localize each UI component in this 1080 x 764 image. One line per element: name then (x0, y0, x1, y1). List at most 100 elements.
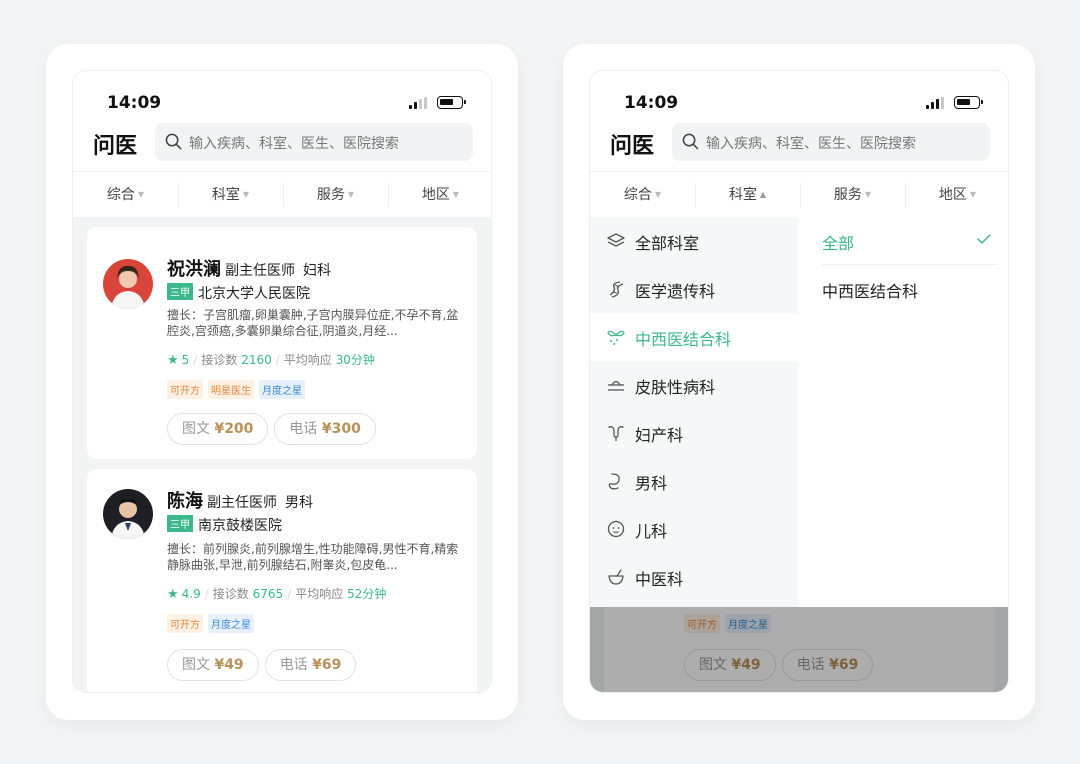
skin-icon (608, 380, 624, 391)
consult-buttons: 图文 ¥49 电话 ¥69 (167, 649, 362, 681)
filter-service[interactable]: 服务 ▼ (283, 172, 388, 218)
doctor-stats: ★ 5/接诊数 2160/平均响应 30分钟 (167, 353, 375, 368)
doctor-badges: 可开方 月度之星 (167, 613, 259, 633)
phone-frame: 14:09 问医 输入疾病、科室、医生、医院搜索 综合 ▼ 科室 ▼ 服务 ▼ 地区 ▼ (72, 70, 492, 693)
filter-region[interactable]: 地区 ▼ (388, 172, 491, 218)
filter-department[interactable]: 科室 ▲ (695, 172, 800, 218)
dept-item-dermatology[interactable]: 皮肤性病科 (590, 361, 798, 409)
rating: 5 (181, 353, 190, 367)
phone-consult-button[interactable]: 电话 ¥69 (264, 649, 357, 681)
search-input[interactable]: 输入疾病、科室、医生、医院搜索 (672, 123, 990, 161)
dept-label: 儿科 (635, 522, 668, 541)
filter-comprehensive[interactable]: 综合 ▼ (73, 172, 178, 218)
dept-label: 医学遗传科 (635, 282, 716, 301)
filter-comprehensive[interactable]: 综合 ▼ (590, 172, 695, 218)
filter-region[interactable]: 地区 ▼ (905, 172, 1008, 218)
doctor-list: 祝洪澜 副主任医师 妇科 三甲 北京大学人民医院 擅长：子宫肌瘤,卵巢囊肿,子宫内膜异… (73, 217, 491, 692)
doctor-card[interactable]: 陈海 副主任医师 男科 三甲 南京鼓楼医院 擅长：前列腺炎,前列腺增生,性功能障碍,男… (87, 469, 477, 692)
herb-icon (607, 330, 625, 345)
dept-item-tcm[interactable]: 中医科 (590, 553, 798, 601)
text-consult-button[interactable]: 图文 ¥49 (167, 649, 259, 681)
dept-label: 妇产科 (635, 426, 684, 445)
filter-service[interactable]: 服务 ▼ (800, 172, 905, 218)
baby-icon (607, 520, 625, 538)
hospital: 三甲 北京大学人民医院 (167, 283, 310, 303)
doctor-title: 副主任医师 (225, 263, 295, 279)
filter-label: 服务 (833, 187, 862, 203)
badge: 月度之星 (259, 380, 305, 399)
badge: 明星医生 (208, 380, 254, 399)
chevron-down-icon: ▼ (864, 190, 872, 199)
phone-consult-button[interactable]: 电话 ¥300 (274, 413, 376, 445)
department-dropdown: 全部科室 医学遗传科 中西医结合科 皮肤性病科 妇产科 男科 儿科 中医科 全部… (590, 217, 1008, 607)
left-screen-card: 14:09 问医 输入疾病、科室、医生、医院搜索 综合 ▼ 科室 ▼ 服务 ▼ 地区 ▼ (46, 44, 518, 720)
sub-dept-label: 中西医结合科 (822, 282, 919, 301)
chevron-down-icon: ▼ (242, 190, 250, 199)
doctor-avatar (103, 489, 153, 539)
chevron-down-icon: ▼ (969, 190, 977, 199)
doctor-avatar (103, 259, 153, 309)
doctor-dept: 妇科 (303, 263, 331, 279)
hospital-level-badge: 三甲 (167, 515, 193, 532)
sub-dept-item-all[interactable]: 全部 (798, 217, 1008, 265)
sub-dept-label: 全部 (822, 234, 855, 253)
filter-department[interactable]: 科室 ▼ (178, 172, 283, 218)
male-icon (608, 473, 620, 490)
dna-icon (609, 281, 624, 298)
chevron-up-icon: ▲ (759, 190, 767, 199)
app-logo: 问医 (610, 134, 655, 159)
right-screen-card: 14:09 问医 输入疾病、科室、医生、医院搜索 综合 ▼ 科室 ▲ 服务 ▼ 地区 ▼ (563, 44, 1035, 720)
dept-item-obgyn[interactable]: 妇产科 (590, 409, 798, 457)
text-consult-button[interactable]: 图文 ¥200 (167, 413, 269, 445)
chevron-down-icon: ▼ (137, 190, 145, 199)
search-input[interactable]: 输入疾病、科室、医生、医院搜索 (155, 123, 473, 161)
consult-buttons: 图文 ¥200 电话 ¥300 (167, 413, 382, 445)
phone-frame: 14:09 问医 输入疾病、科室、医生、医院搜索 综合 ▼ 科室 ▲ 服务 ▼ 地区 ▼ (589, 70, 1009, 693)
dept-item-andrology[interactable]: 男科 (590, 457, 798, 505)
filter-bar: 综合 ▼ 科室 ▲ 服务 ▼ 地区 ▼ (590, 171, 1008, 217)
badge: 可开方 (167, 614, 203, 633)
dept-label: 中医科 (635, 570, 684, 589)
uterus-icon (608, 426, 624, 441)
status-bar: 14:09 (73, 71, 491, 115)
dept-label: 皮肤性病科 (635, 378, 716, 397)
doctor-name: 陈海 副主任医师 男科 (167, 491, 313, 512)
doctor-specialty: 擅长：前列腺炎,前列腺增生,性功能障碍,男性不育,精索静脉曲张,早泄,前列腺结石… (167, 542, 459, 572)
dept-item-integrated[interactable]: 中西医结合科 (590, 313, 798, 361)
filter-label: 综合 (106, 187, 135, 203)
hospital: 三甲 南京鼓楼医院 (167, 515, 282, 535)
signal-icon (926, 97, 948, 109)
rating: 4.9 (181, 587, 201, 601)
dropdown-mask-overlay[interactable] (590, 607, 1008, 692)
search-placeholder: 输入疾病、科室、医生、医院搜索 (706, 136, 916, 152)
battery-icon (437, 96, 466, 109)
star-icon: ★ (167, 587, 179, 602)
status-time: 14:09 (624, 93, 679, 113)
search-icon (682, 133, 699, 150)
star-icon: ★ (167, 353, 179, 368)
search-placeholder: 输入疾病、科室、医生、医院搜索 (189, 136, 399, 152)
sub-dept-item-integrated[interactable]: 中西医结合科 (798, 265, 1008, 313)
dept-label: 全部科室 (635, 234, 700, 253)
dept-item-genetics[interactable]: 医学遗传科 (590, 265, 798, 313)
filter-label: 综合 (623, 187, 652, 203)
filter-label: 科室 (728, 187, 757, 203)
chevron-down-icon: ▼ (347, 190, 355, 199)
visit-count: 2160 (241, 353, 272, 367)
dept-label: 中西医结合科 (635, 330, 732, 349)
doctor-badges: 可开方 明星医生 月度之星 (167, 379, 310, 399)
top-nav: 问医 输入疾病、科室、医生、医院搜索 (73, 123, 491, 165)
doctor-stats: ★ 4.9/接诊数 6765/平均响应 52分钟 (167, 587, 387, 602)
hospital-name: 南京鼓楼医院 (198, 518, 282, 534)
dept-item-all[interactable]: 全部科室 (590, 217, 798, 265)
app-logo: 问医 (93, 134, 138, 159)
chevron-down-icon: ▼ (654, 190, 662, 199)
dept-item-pediatrics[interactable]: 儿科 (590, 505, 798, 553)
doctor-title: 副主任医师 (207, 495, 277, 511)
filter-label: 地区 (421, 187, 450, 203)
filter-bar: 综合 ▼ 科室 ▼ 服务 ▼ 地区 ▼ (73, 171, 491, 217)
badge: 月度之星 (208, 614, 254, 633)
doctor-card[interactable]: 祝洪澜 副主任医师 妇科 三甲 北京大学人民医院 擅长：子宫肌瘤,卵巢囊肿,子宫内膜异… (87, 227, 477, 459)
top-nav: 问医 输入疾病、科室、医生、医院搜索 (590, 123, 1008, 165)
hospital-level-badge: 三甲 (167, 283, 193, 300)
